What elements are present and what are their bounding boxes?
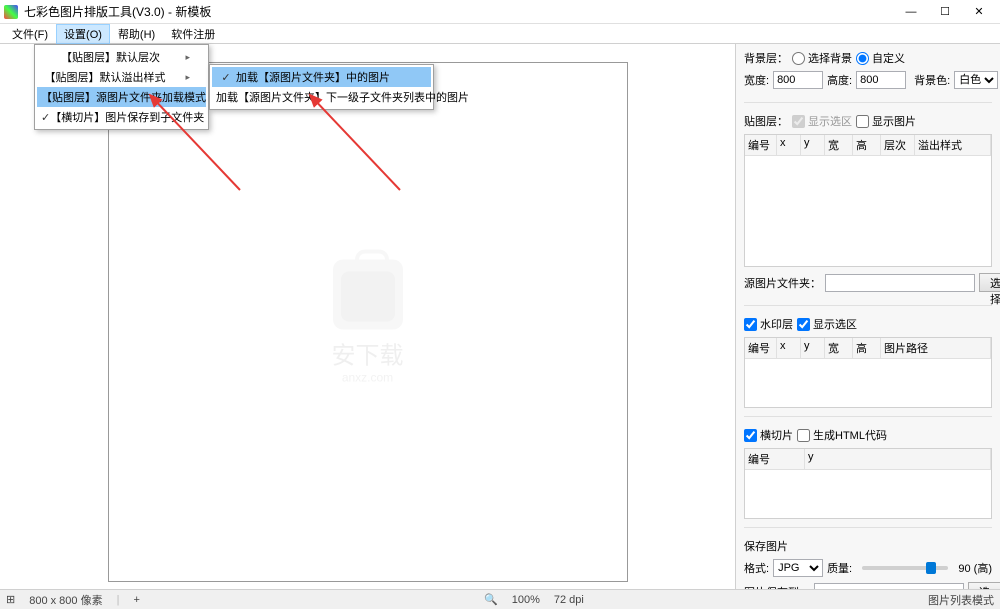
status-mode: 图片列表模式 [928,592,994,608]
slice-enable[interactable]: 横切片 [744,427,793,443]
submenu-load-subfolders[interactable]: 加载【源图片文件夹】下一级子文件夹列表中的图片 [212,87,431,107]
layer-show-sel[interactable]: 显示选区 [792,113,852,129]
save-q-label: 质量: [827,560,852,576]
menu-register[interactable]: 软件注册 [163,24,223,44]
title-bar: 七彩色图片排版工具(V3.0) - 新模板 — ☐ ✕ [0,0,1000,24]
status-expand-icon[interactable]: ⊞ [6,593,15,606]
bg-color-label: 背景色: [914,72,950,88]
minimize-button[interactable]: — [894,1,928,23]
group-layer: 贴图层： 显示选区 显示图片 编号 x y 宽 高 层次 溢出样式 源图片文件夹… [744,113,992,306]
bg-radio-select[interactable]: 选择背景 [792,50,852,66]
watermark-logo: 安下载 anxz.com [332,259,404,384]
bg-height-input[interactable] [856,71,906,89]
wm-show-sel[interactable]: 显示选区 [797,316,857,332]
status-zoom-icon[interactable]: 🔍 [484,593,498,606]
save-q-value: 90 (高) [958,560,992,576]
bg-title: 背景层： [744,50,788,66]
load-mode-submenu: ✓加载【源图片文件夹】中的图片 加载【源图片文件夹】下一级子文件夹列表中的图片 [209,64,434,110]
src-folder-browse[interactable]: 选择 [979,273,1000,292]
status-bar: ⊞ 800 x 800 像素 | + 🔍 100% 72 dpi 图片列表模式 [0,589,1000,609]
side-panel: 背景层： 选择背景 自定义 宽度: 高度: 背景色: 白色 贴图层： 显示选区 … [735,44,1000,589]
settings-menu: 【贴图层】默认层次▸ 【贴图层】默认溢出样式▸ 【贴图层】源图片文件夹加载模式▸… [34,44,209,130]
menu-item-default-overflow[interactable]: 【贴图层】默认溢出样式▸ [37,67,206,87]
bg-color-select[interactable]: 白色 [954,71,998,89]
app-icon [4,5,18,19]
status-zoom: 100% [512,594,540,606]
slice-gen-html[interactable]: 生成HTML代码 [797,427,887,443]
slice-table[interactable]: 编号 y [744,448,992,519]
save-title: 保存图片 [744,538,788,554]
wm-enable[interactable]: 水印层 [744,316,793,332]
layer-show-img[interactable]: 显示图片 [856,113,916,129]
status-dpi: 72 dpi [554,594,584,606]
close-button[interactable]: ✕ [962,1,996,23]
layer-title: 贴图层： [744,113,788,129]
check-icon: ✓ [216,71,236,84]
menu-item-load-mode[interactable]: 【贴图层】源图片文件夹加载模式▸ [37,87,206,107]
group-background: 背景层： 选择背景 自定义 宽度: 高度: 背景色: 白色 [744,50,992,103]
maximize-button[interactable]: ☐ [928,1,962,23]
menu-file[interactable]: 文件(F) [4,24,56,44]
bg-width-input[interactable] [773,71,823,89]
group-save: 保存图片 格式: JPG 质量: 90 (高) 图片保存到： 选择 开始处理 [744,538,992,589]
status-plus-icon[interactable]: + [133,594,139,606]
canvas[interactable]: 安下载 anxz.com [108,62,628,582]
menu-help[interactable]: 帮助(H) [110,24,163,44]
src-folder-label: 源图片文件夹： [744,275,821,291]
save-fmt-label: 格式: [744,560,769,576]
submenu-load-folder[interactable]: ✓加载【源图片文件夹】中的图片 [212,67,431,87]
bg-width-label: 宽度: [744,72,769,88]
menu-settings[interactable]: 设置(O) [56,24,110,44]
group-watermark: 水印层 显示选区 编号 x y 宽 高 图片路径 [744,316,992,417]
bg-radio-custom[interactable]: 自定义 [856,50,905,66]
save-path-browse[interactable]: 选择 [968,582,1000,589]
wm-table[interactable]: 编号 x y 宽 高 图片路径 [744,337,992,408]
menu-bar: 文件(F) 设置(O) 帮助(H) 软件注册 [0,24,1000,44]
status-dimensions: 800 x 800 像素 [29,592,102,608]
layer-table[interactable]: 编号 x y 宽 高 层次 溢出样式 [744,134,992,267]
window-title: 七彩色图片排版工具(V3.0) - 新模板 [24,3,894,20]
check-icon: ✓ [41,111,50,124]
save-fmt-select[interactable]: JPG [773,559,823,577]
src-folder-input[interactable] [825,274,975,292]
group-slice: 横切片 生成HTML代码 编号 y [744,427,992,528]
menu-item-default-layer[interactable]: 【贴图层】默认层次▸ [37,47,206,67]
bg-height-label: 高度: [827,72,852,88]
menu-item-save-subfolder[interactable]: ✓【横切片】图片保存到子文件夹 [37,107,206,127]
quality-slider[interactable] [862,566,948,570]
